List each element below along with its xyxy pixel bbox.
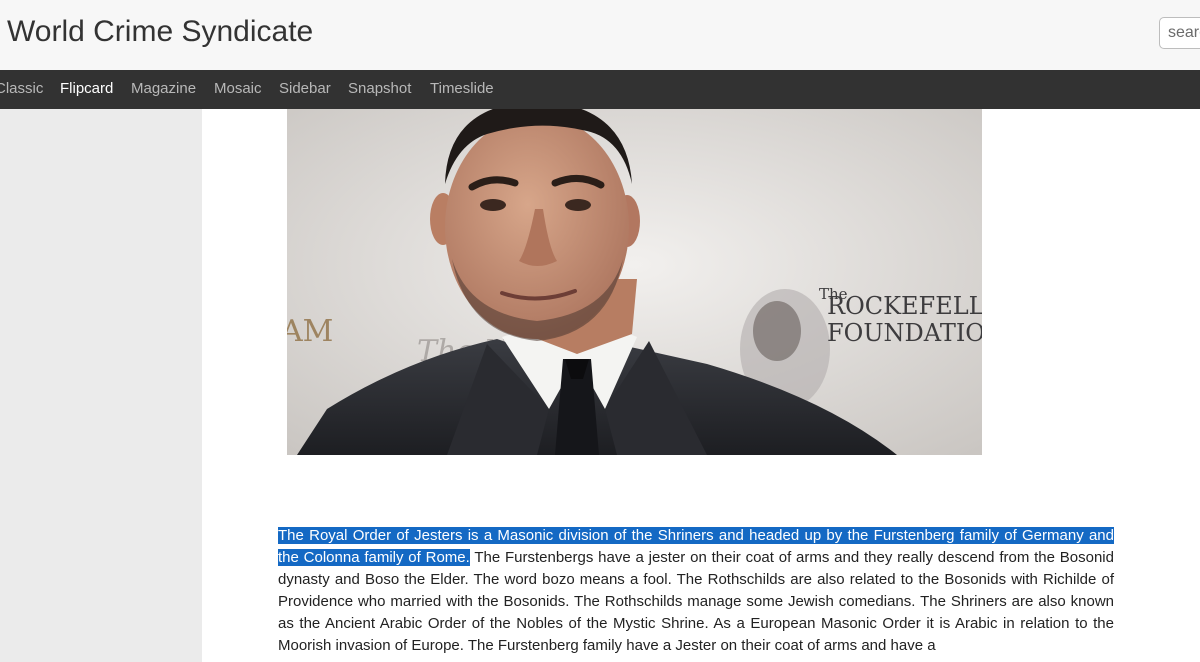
nav-item-magazine[interactable]: Magazine (131, 80, 196, 97)
nav-item-classic[interactable]: Classic (0, 80, 43, 97)
article-paragraph: The Royal Order of Jesters is a Masonic … (278, 525, 1114, 657)
nav-item-mosaic[interactable]: Mosaic (214, 80, 262, 97)
backdrop-foundation-line2: FOUNDATIO (827, 319, 982, 347)
nav-item-snapshot[interactable]: Snapshot (348, 80, 411, 97)
search-input[interactable] (1159, 17, 1200, 49)
nav-item-flipcard[interactable]: Flipcard (60, 80, 113, 97)
view-navbar: Classic Flipcard Magazine Mosaic Sidebar… (0, 70, 1200, 109)
backdrop-foundation-line1: ROCKEFELL (827, 292, 982, 320)
site-title[interactable]: World Crime Syndicate (7, 15, 313, 49)
backdrop-fragment-left: AM (287, 314, 333, 349)
nav-item-sidebar[interactable]: Sidebar (279, 80, 331, 97)
site-header: World Crime Syndicate (0, 0, 1200, 71)
article-photo: AM The N The ROCKEFELL FOUNDATIO (287, 109, 982, 455)
nav-item-timeslide[interactable]: Timeslide (430, 80, 494, 97)
